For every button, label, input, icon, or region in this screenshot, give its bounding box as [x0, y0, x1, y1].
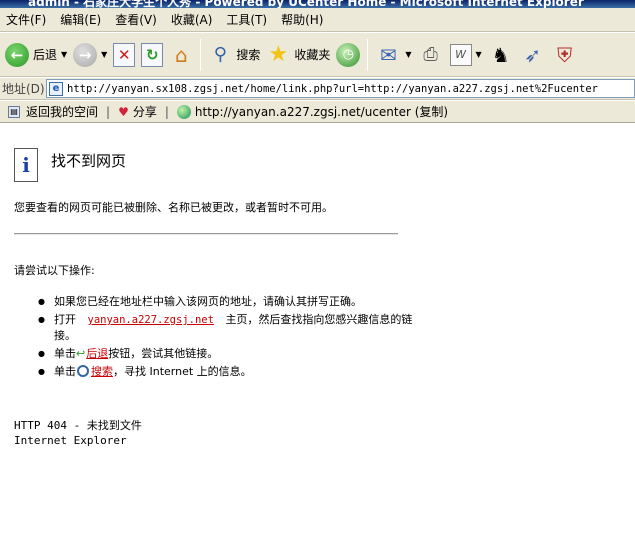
back-dropdown-icon[interactable]: ▼: [61, 50, 67, 59]
mail-icon: ✉: [379, 42, 397, 67]
menu-view[interactable]: 查看(V): [111, 11, 167, 28]
search-icon: ⚲: [213, 44, 227, 65]
favorites-button[interactable]: ★ 收藏夹: [263, 37, 333, 73]
word-edit-icon: W: [449, 43, 472, 66]
menu-help[interactable]: 帮助(H): [277, 11, 333, 28]
character-icon: ♞: [491, 42, 510, 67]
forward-arrow-icon: →: [73, 42, 98, 67]
menu-edit[interactable]: 编辑(E): [56, 11, 111, 28]
search-link[interactable]: 搜索: [91, 365, 113, 378]
page-icon: e: [49, 81, 63, 96]
menu-favorites[interactable]: 收藏(A): [167, 11, 223, 28]
list-item: 打开 yanyan.a227.zgsj.net 主页，然后查找指向您感兴趣信息的…: [38, 312, 418, 344]
back-to-space-link[interactable]: 返回我的空间: [26, 103, 98, 120]
forward-dropdown-icon[interactable]: ▼: [101, 50, 107, 59]
favorites-label: 收藏夹: [294, 48, 331, 62]
home-icon: ⌂: [174, 42, 188, 67]
toolbar: ← 后退 ▼ → ▼ ✕ ↻ ⌂ ⚲ 搜索 ★ 收藏夹 ◷ ✉ ▼ ⎙ W ▼ …: [0, 33, 635, 77]
stop-icon: ✕: [113, 42, 136, 67]
info-icon: i: [14, 148, 38, 182]
search-icon: [77, 365, 89, 377]
suggestion-prefix: 打开: [54, 313, 76, 326]
share-link[interactable]: 分享: [133, 103, 157, 120]
try-heading: 请尝试以下操作:: [14, 264, 95, 277]
home-button[interactable]: ⌂: [166, 37, 196, 73]
mail-button[interactable]: ✉ ▼: [372, 37, 414, 73]
menu-file[interactable]: 文件(F): [2, 11, 56, 28]
error-description: 您要查看的网页可能已被删除、名称已被更改，或者暂时不可用。: [14, 201, 333, 214]
menu-tools[interactable]: 工具(T): [222, 11, 277, 28]
page-title: 找不到网页: [51, 152, 127, 170]
printer-icon: ⎙: [423, 44, 438, 65]
ucenter-link[interactable]: http://yanyan.a227.zgsj.net/ucenter (复制): [195, 103, 448, 120]
title-bar: admin - 石家庄大学生个人秀 - Powered by UCenter H…: [0, 0, 635, 8]
history-button[interactable]: ◷: [333, 37, 363, 73]
messenger-button[interactable]: ♞: [485, 37, 517, 73]
list-item: 如果您已经在地址栏中输入该网页的地址，请确认其拼写正确。: [38, 294, 418, 310]
page-content: i 找不到网页 您要查看的网页可能已被删除、名称已被更改，或者暂时不可用。 请尝…: [0, 124, 635, 549]
suggestion-suffix: 按钮，尝试其他链接。: [108, 347, 219, 360]
mail-dropdown-icon[interactable]: ▼: [405, 50, 411, 59]
error-code: HTTP 404 - 未找到文件: [14, 419, 142, 432]
suggestion-suffix: ，寻找 Internet 上的信息。: [113, 365, 252, 378]
links-separator: |: [106, 104, 111, 119]
swoosh-icon: ➶: [524, 42, 542, 67]
space-icon: ▤: [8, 105, 20, 118]
menu-bar: 文件(F) 编辑(E) 查看(V) 收藏(A) 工具(T) 帮助(H): [0, 8, 635, 32]
address-label: 地址(D): [2, 82, 45, 96]
toolbar-separator: [367, 38, 369, 71]
heart-icon: ♥: [118, 104, 129, 119]
links-bar: ▤ 返回我的空间 | ♥ 分享 | http://yanyan.a227.zgs…: [0, 101, 635, 123]
back-button[interactable]: ← 后退 ▼: [2, 37, 70, 73]
divider: [14, 233, 398, 235]
stop-button[interactable]: ✕: [110, 37, 138, 73]
links-separator: |: [164, 104, 169, 119]
list-item: 单击↩后退按钮，尝试其他链接。: [38, 346, 418, 362]
suggestion-prefix: 单击: [54, 347, 76, 360]
window-title: admin - 石家庄大学生个人秀 - Powered by UCenter H…: [28, 0, 584, 8]
homepage-link[interactable]: yanyan.a227.zgsj.net: [88, 314, 214, 326]
address-bar: 地址(D) e http://yanyan.sx108.zgsj.net/hom…: [0, 78, 635, 100]
refresh-icon: ↻: [141, 42, 164, 67]
shield-button[interactable]: ⛨: [549, 37, 581, 73]
print-button[interactable]: ⎙: [415, 37, 447, 73]
list-item: 单击 搜索，寻找 Internet 上的信息。: [38, 364, 418, 380]
edit-button[interactable]: W ▼: [447, 37, 485, 73]
search-label: 搜索: [236, 48, 261, 62]
star-icon: ★: [268, 42, 289, 67]
suggestion-text: 如果您已经在地址栏中输入该网页的地址，请确认其拼写正确。: [54, 295, 362, 308]
back-label: 后退: [33, 48, 58, 62]
refresh-button[interactable]: ↻: [138, 37, 166, 73]
history-icon: ◷: [336, 42, 361, 67]
shield-icon: ⛨: [557, 42, 573, 67]
forward-button[interactable]: → ▼: [70, 37, 110, 73]
back-link[interactable]: 后退: [86, 347, 108, 360]
back-arrow-icon: ↩: [76, 347, 86, 360]
suggestion-prefix: 单击: [54, 365, 76, 378]
globe-icon: [176, 104, 191, 119]
swoosh-button[interactable]: ➶: [517, 37, 549, 73]
back-arrow-icon: ←: [5, 42, 29, 67]
search-button[interactable]: ⚲ 搜索: [205, 37, 263, 73]
edit-dropdown-icon[interactable]: ▼: [476, 50, 482, 59]
address-url: http://yanyan.sx108.zgsj.net/home/link.p…: [67, 82, 599, 95]
toolbar-separator: [200, 38, 202, 71]
address-input[interactable]: e http://yanyan.sx108.zgsj.net/home/link…: [46, 79, 635, 98]
browser-name: Internet Explorer: [14, 434, 127, 447]
suggestion-list: 如果您已经在地址栏中输入该网页的地址，请确认其拼写正确。 打开 yanyan.a…: [38, 294, 418, 382]
